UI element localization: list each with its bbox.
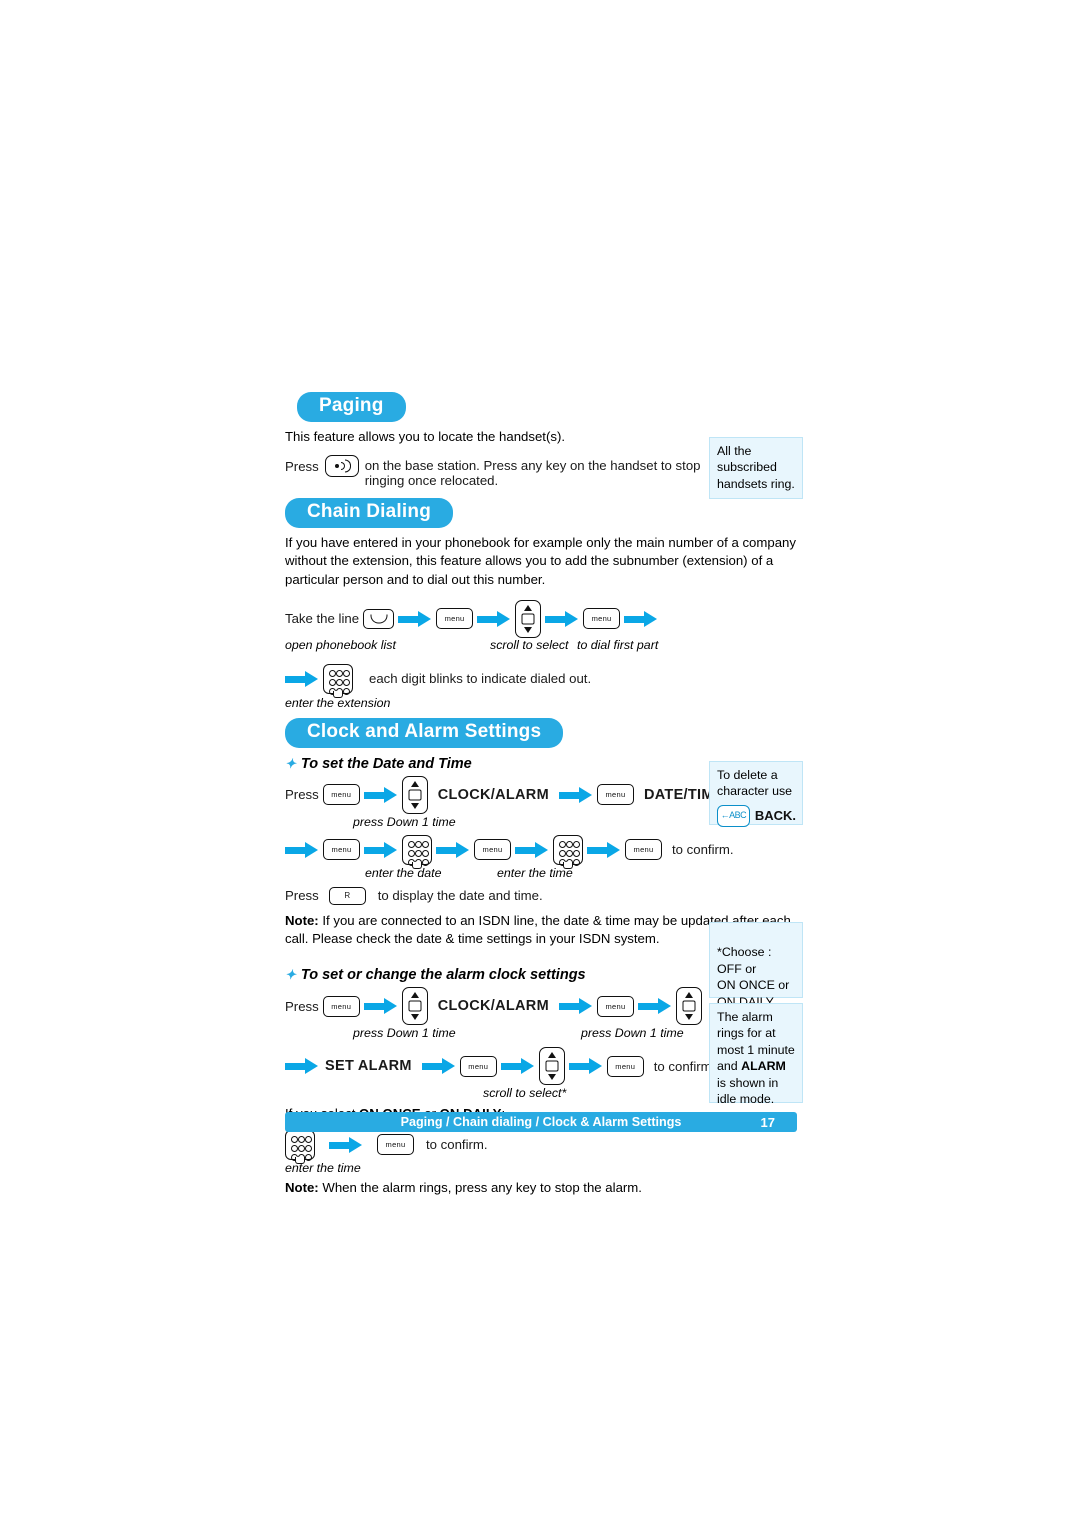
r-key-icon[interactable]: R bbox=[328, 886, 366, 905]
paging-press-label: Press bbox=[285, 458, 319, 474]
arrow-icon bbox=[637, 998, 672, 1015]
arrow-icon bbox=[558, 998, 593, 1015]
menu-key-icon[interactable]: menu bbox=[583, 608, 621, 630]
menu-key-icon[interactable]: menu bbox=[322, 995, 360, 1017]
chain-intro: If you have entered in your phonebook fo… bbox=[285, 534, 796, 587]
arrow-icon bbox=[285, 841, 319, 858]
paging-key-icon[interactable] bbox=[324, 454, 359, 477]
keypad-icon[interactable] bbox=[285, 1129, 315, 1164]
arrow-icon bbox=[421, 1058, 456, 1075]
arrow-icon bbox=[477, 610, 511, 627]
arrow-icon bbox=[568, 1058, 603, 1075]
keypad-icon[interactable] bbox=[402, 834, 432, 869]
caption-press-down-1: press Down 1 time bbox=[353, 814, 456, 829]
menu-key-icon[interactable]: menu bbox=[459, 1055, 497, 1077]
caption-enter-time: enter the time bbox=[497, 865, 573, 880]
chain-take-line-label: Take the line bbox=[285, 611, 360, 627]
arrow-icon bbox=[364, 841, 398, 858]
menu-key-icon[interactable]: menu bbox=[596, 784, 634, 806]
label-set-alarm: SET ALARM bbox=[325, 1058, 412, 1075]
caption-scroll-to-select: scroll to select* bbox=[483, 1086, 567, 1101]
arrow-icon bbox=[515, 841, 549, 858]
keypad-icon[interactable] bbox=[323, 663, 353, 698]
note-delete-text: To delete a character use bbox=[717, 768, 793, 799]
diamond-bullet-icon: ✦ bbox=[285, 755, 296, 771]
navigation-key-icon[interactable] bbox=[538, 1047, 565, 1086]
alarm-press-label: Press bbox=[285, 998, 319, 1014]
menu-key-icon[interactable]: menu bbox=[323, 839, 360, 861]
note-box-choose-options: *Choose : OFF or ON ONCE or ON DAILY bbox=[709, 922, 803, 1009]
label-to-confirm: to confirm. bbox=[426, 1137, 488, 1153]
navigation-key-icon[interactable] bbox=[401, 987, 428, 1026]
arrow-icon bbox=[285, 670, 319, 687]
caption-open-phonebook: open phonebook list bbox=[285, 637, 396, 652]
menu-key-icon[interactable]: menu bbox=[377, 1134, 414, 1156]
arrow-icon bbox=[500, 1058, 535, 1075]
section-heading-paging: Paging bbox=[297, 392, 797, 422]
note-label: Note: bbox=[285, 912, 319, 928]
clock-press-label: Press bbox=[285, 787, 319, 803]
arrow-icon bbox=[587, 841, 621, 858]
arrow-icon bbox=[329, 1136, 363, 1153]
back-key-icon[interactable]: ←ABC bbox=[717, 804, 750, 827]
clock-press-label-2: Press bbox=[285, 888, 319, 904]
diamond-bullet-icon: ✦ bbox=[285, 967, 296, 983]
caption-enter-extension: enter the extension bbox=[285, 695, 391, 710]
navigation-key-icon[interactable] bbox=[515, 599, 542, 638]
arrow-icon bbox=[436, 841, 470, 858]
label-to-confirm: to confirm. bbox=[653, 1058, 716, 1074]
menu-key-icon[interactable]: menu bbox=[596, 995, 634, 1017]
section-heading-chain: Chain Dialing bbox=[285, 497, 797, 528]
arrow-icon bbox=[363, 998, 398, 1015]
keypad-icon[interactable] bbox=[553, 834, 583, 869]
note-text: When the alarm rings, press any key to s… bbox=[322, 1179, 642, 1195]
note-box-alarm-info: The alarm rings for at most 1 minute and… bbox=[709, 1003, 803, 1106]
back-label: BACK. bbox=[754, 808, 796, 824]
navigation-key-icon[interactable] bbox=[401, 775, 428, 814]
menu-key-icon[interactable]: menu bbox=[625, 839, 662, 861]
note-alarm-stop: Note: When the alarm rings, press any ke… bbox=[285, 1179, 797, 1198]
hook-key-icon[interactable] bbox=[363, 608, 395, 629]
arrow-icon bbox=[558, 786, 593, 803]
paging-after-key-text: on the base station. Press any key on th… bbox=[364, 457, 701, 488]
caption-enter-time: enter the time bbox=[285, 1160, 361, 1175]
section-heading-clock: Clock and Alarm Settings bbox=[285, 717, 797, 748]
clock-title: Clock and Alarm Settings bbox=[285, 717, 564, 748]
arrow-icon bbox=[398, 610, 432, 627]
arrow-icon bbox=[624, 610, 658, 627]
label-clock-alarm: CLOCK/ALARM bbox=[437, 998, 549, 1015]
label-to-confirm: to confirm. bbox=[672, 842, 734, 858]
caption-press-down-1: press Down 1 time bbox=[353, 1026, 456, 1041]
footer-title: Paging / Chain dialing / Clock & Alarm S… bbox=[400, 1115, 682, 1129]
page-footer: Paging / Chain dialing / Clock & Alarm S… bbox=[285, 1112, 797, 1132]
menu-key-icon[interactable]: menu bbox=[436, 608, 474, 630]
caption-dial-first-part: to dial first part bbox=[577, 637, 659, 652]
chain-blink-text: each digit blinks to indicate dialed out… bbox=[369, 671, 592, 687]
caption-press-down-1b: press Down 1 time bbox=[581, 1026, 684, 1041]
caption-scroll-select: scroll to select bbox=[490, 637, 569, 652]
label-display-date-time: to display the date and time. bbox=[377, 888, 543, 904]
note-box-handsets-ring: All the subscribed handsets ring. bbox=[709, 437, 803, 500]
label-clock-alarm: CLOCK/ALARM bbox=[437, 786, 549, 803]
menu-key-icon[interactable]: menu bbox=[474, 839, 511, 861]
chain-title: Chain Dialing bbox=[285, 497, 453, 528]
paging-title: Paging bbox=[297, 392, 406, 422]
caption-enter-date: enter the date bbox=[365, 865, 442, 880]
arrow-icon bbox=[285, 1058, 319, 1075]
menu-key-icon[interactable]: menu bbox=[606, 1055, 644, 1077]
arrow-icon bbox=[363, 786, 398, 803]
manual-page: Paging This feature allows you to locate… bbox=[0, 0, 1080, 1528]
navigation-key-icon[interactable] bbox=[675, 987, 702, 1026]
note-alarm-bold: ALARM bbox=[741, 1059, 786, 1074]
menu-key-icon[interactable]: menu bbox=[322, 784, 360, 806]
note-handsets-ring-text: All the subscribed handsets ring. bbox=[717, 444, 795, 491]
arrow-icon bbox=[545, 610, 579, 627]
note-box-delete-character: To delete a character use ←ABC BACK. bbox=[709, 761, 803, 827]
note-alarm-text-2: is shown in idle mode. bbox=[717, 1075, 779, 1106]
note-label: Note: bbox=[285, 1179, 319, 1195]
footer-page-number: 17 bbox=[760, 1115, 775, 1130]
